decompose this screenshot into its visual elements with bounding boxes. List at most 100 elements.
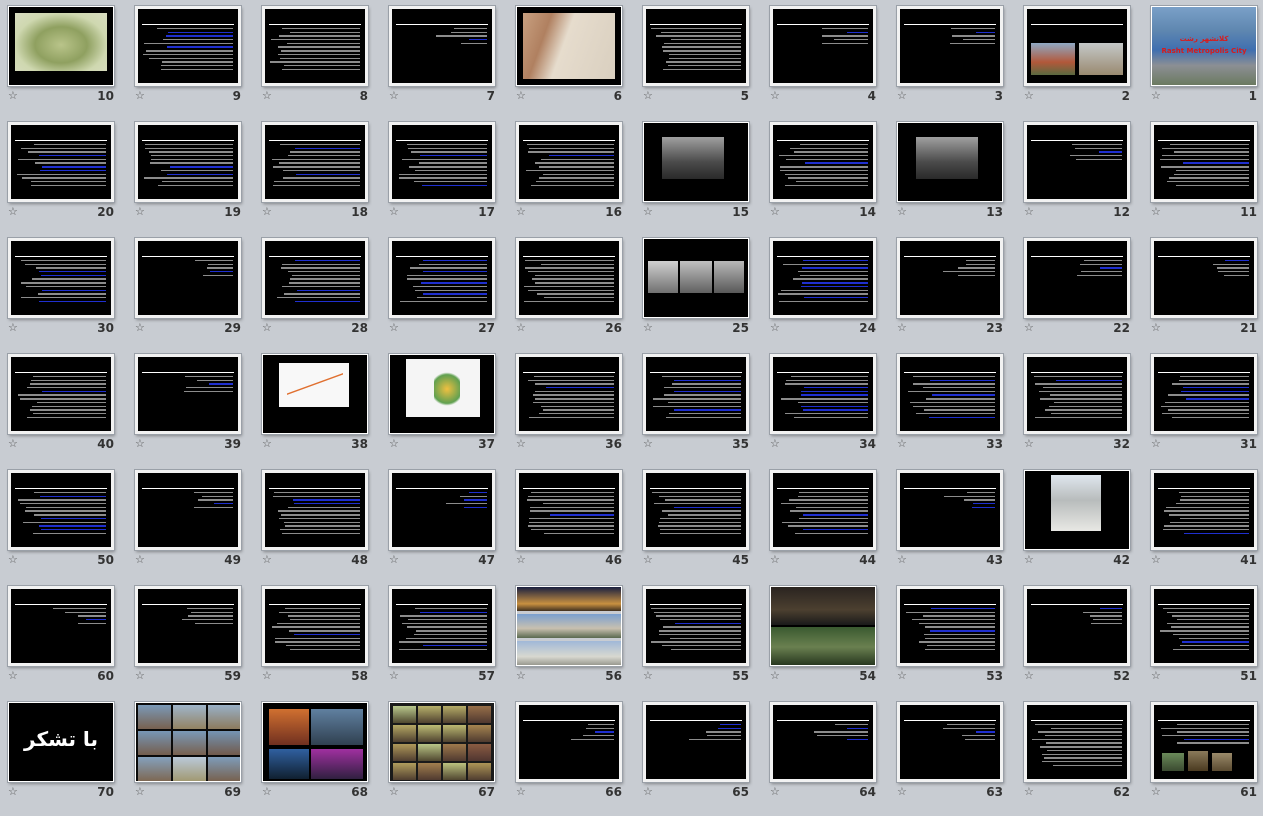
slide-thumbnail[interactable]	[516, 702, 622, 782]
slide-thumbnail[interactable]	[262, 586, 368, 666]
slide-thumbnail[interactable]	[643, 122, 749, 202]
slide-thumbnail[interactable]: با تشکر	[8, 702, 114, 782]
slide-thumbnail-cell[interactable]: ☆ 4	[762, 0, 888, 116]
slide-thumbnail-cell[interactable]: ☆ 69	[127, 696, 253, 812]
slide-thumbnail-cell[interactable]: ☆ 56	[508, 580, 634, 696]
slide-thumbnail[interactable]	[897, 238, 1003, 318]
slide-transition-star-icon[interactable]: ☆	[516, 322, 526, 334]
slide-transition-star-icon[interactable]: ☆	[1024, 322, 1034, 334]
slide-thumbnail[interactable]	[135, 122, 241, 202]
slide-thumbnail[interactable]	[1151, 702, 1257, 782]
slide-transition-star-icon[interactable]: ☆	[643, 554, 653, 566]
slide-transition-star-icon[interactable]: ☆	[8, 670, 18, 682]
slide-thumbnail-cell[interactable]: ☆ 12	[1016, 116, 1142, 232]
slide-thumbnail-cell[interactable]: ☆ 50	[0, 464, 126, 580]
slide-thumbnail-cell[interactable]: ☆ 67	[381, 696, 507, 812]
slide-thumbnail-cell[interactable]: ☆ 42	[1016, 464, 1142, 580]
slide-thumbnail-cell[interactable]: ☆ 6	[508, 0, 634, 116]
slide-transition-star-icon[interactable]: ☆	[262, 90, 272, 102]
slide-thumbnail[interactable]	[643, 6, 749, 86]
slide-thumbnail[interactable]	[770, 122, 876, 202]
slide-transition-star-icon[interactable]: ☆	[516, 438, 526, 450]
slide-transition-star-icon[interactable]: ☆	[897, 786, 907, 798]
slide-thumbnail-cell[interactable]: ☆ 57	[381, 580, 507, 696]
slide-thumbnail-cell[interactable]: ☆ 63	[889, 696, 1015, 812]
slide-thumbnail[interactable]	[1024, 586, 1130, 666]
slide-transition-star-icon[interactable]: ☆	[262, 554, 272, 566]
slide-thumbnail-cell[interactable]: ☆ 44	[762, 464, 888, 580]
slide-transition-star-icon[interactable]: ☆	[389, 670, 399, 682]
slide-thumbnail-cell[interactable]: ☆ 31	[1143, 348, 1263, 464]
slide-thumbnail-cell[interactable]: ☆ 68	[254, 696, 380, 812]
slide-thumbnail-cell[interactable]: ☆ 54	[762, 580, 888, 696]
slide-thumbnail[interactable]	[1024, 470, 1130, 550]
slide-thumbnail-cell[interactable]: ☆ 27	[381, 232, 507, 348]
slide-thumbnail[interactable]	[770, 354, 876, 434]
slide-thumbnail-cell[interactable]: ☆ 34	[762, 348, 888, 464]
slide-transition-star-icon[interactable]: ☆	[262, 206, 272, 218]
slide-thumbnail[interactable]	[262, 238, 368, 318]
slide-transition-star-icon[interactable]: ☆	[516, 670, 526, 682]
slide-thumbnail[interactable]	[770, 6, 876, 86]
slide-thumbnail-cell[interactable]: ☆ 64	[762, 696, 888, 812]
slide-thumbnail-cell[interactable]: ☆ 21	[1143, 232, 1263, 348]
slide-transition-star-icon[interactable]: ☆	[1024, 786, 1034, 798]
slide-transition-star-icon[interactable]: ☆	[1151, 438, 1161, 450]
slide-thumbnail[interactable]	[1024, 702, 1130, 782]
slide-transition-star-icon[interactable]: ☆	[1151, 670, 1161, 682]
slide-transition-star-icon[interactable]: ☆	[643, 322, 653, 334]
slide-transition-star-icon[interactable]: ☆	[1151, 322, 1161, 334]
slide-thumbnail-cell[interactable]: ☆ 26	[508, 232, 634, 348]
slide-thumbnail-cell[interactable]: ☆ 36	[508, 348, 634, 464]
slide-transition-star-icon[interactable]: ☆	[1024, 90, 1034, 102]
slide-transition-star-icon[interactable]: ☆	[135, 206, 145, 218]
slide-transition-star-icon[interactable]: ☆	[8, 90, 18, 102]
slide-thumbnail[interactable]	[897, 702, 1003, 782]
slide-thumbnail-cell[interactable]: ☆ 24	[762, 232, 888, 348]
slide-thumbnail[interactable]	[770, 470, 876, 550]
slide-thumbnail[interactable]	[8, 238, 114, 318]
slide-thumbnail-cell[interactable]: ☆ 11	[1143, 116, 1263, 232]
slide-thumbnail-cell[interactable]: ☆ 53	[889, 580, 1015, 696]
slide-thumbnail[interactable]	[262, 122, 368, 202]
slide-transition-star-icon[interactable]: ☆	[643, 438, 653, 450]
slide-thumbnail[interactable]	[643, 470, 749, 550]
slide-transition-star-icon[interactable]: ☆	[135, 90, 145, 102]
slide-transition-star-icon[interactable]: ☆	[897, 206, 907, 218]
slide-transition-star-icon[interactable]: ☆	[1024, 206, 1034, 218]
slide-thumbnail-cell[interactable]: ☆ 9	[127, 0, 253, 116]
slide-thumbnail-cell[interactable]: ☆ 14	[762, 116, 888, 232]
slide-transition-star-icon[interactable]: ☆	[135, 438, 145, 450]
slide-thumbnail[interactable]	[8, 586, 114, 666]
slide-thumbnail[interactable]	[389, 354, 495, 434]
slide-thumbnail[interactable]	[897, 586, 1003, 666]
slide-thumbnail[interactable]	[389, 6, 495, 86]
slide-thumbnail[interactable]	[8, 470, 114, 550]
slide-thumbnail-cell[interactable]: ☆ 46	[508, 464, 634, 580]
slide-thumbnail[interactable]	[897, 354, 1003, 434]
slide-thumbnail[interactable]	[262, 6, 368, 86]
slide-thumbnail-cell[interactable]: ☆ 40	[0, 348, 126, 464]
slide-thumbnail[interactable]	[135, 354, 241, 434]
slide-transition-star-icon[interactable]: ☆	[389, 438, 399, 450]
slide-thumbnail[interactable]	[1024, 354, 1130, 434]
slide-thumbnail-cell[interactable]: ☆ 15	[635, 116, 761, 232]
slide-transition-star-icon[interactable]: ☆	[262, 786, 272, 798]
slide-transition-star-icon[interactable]: ☆	[770, 670, 780, 682]
slide-thumbnail[interactable]	[1151, 586, 1257, 666]
slide-transition-star-icon[interactable]: ☆	[1151, 554, 1161, 566]
slide-thumbnail[interactable]	[516, 470, 622, 550]
slide-transition-star-icon[interactable]: ☆	[516, 554, 526, 566]
slide-thumbnail[interactable]	[389, 122, 495, 202]
slide-transition-star-icon[interactable]: ☆	[135, 322, 145, 334]
slide-thumbnail-cell[interactable]: ☆ 2	[1016, 0, 1142, 116]
slide-thumbnail[interactable]	[135, 586, 241, 666]
slide-thumbnail[interactable]	[389, 702, 495, 782]
slide-thumbnail-cell[interactable]: ☆ 55	[635, 580, 761, 696]
slide-thumbnail-cell[interactable]: ☆ 39	[127, 348, 253, 464]
slide-thumbnail[interactable]: کلانشهر رشت Rasht Metropolis City	[1151, 6, 1257, 86]
slide-transition-star-icon[interactable]: ☆	[1024, 554, 1034, 566]
slide-transition-star-icon[interactable]: ☆	[135, 670, 145, 682]
slide-transition-star-icon[interactable]: ☆	[262, 322, 272, 334]
slide-thumbnail-cell[interactable]: ☆ 25	[635, 232, 761, 348]
